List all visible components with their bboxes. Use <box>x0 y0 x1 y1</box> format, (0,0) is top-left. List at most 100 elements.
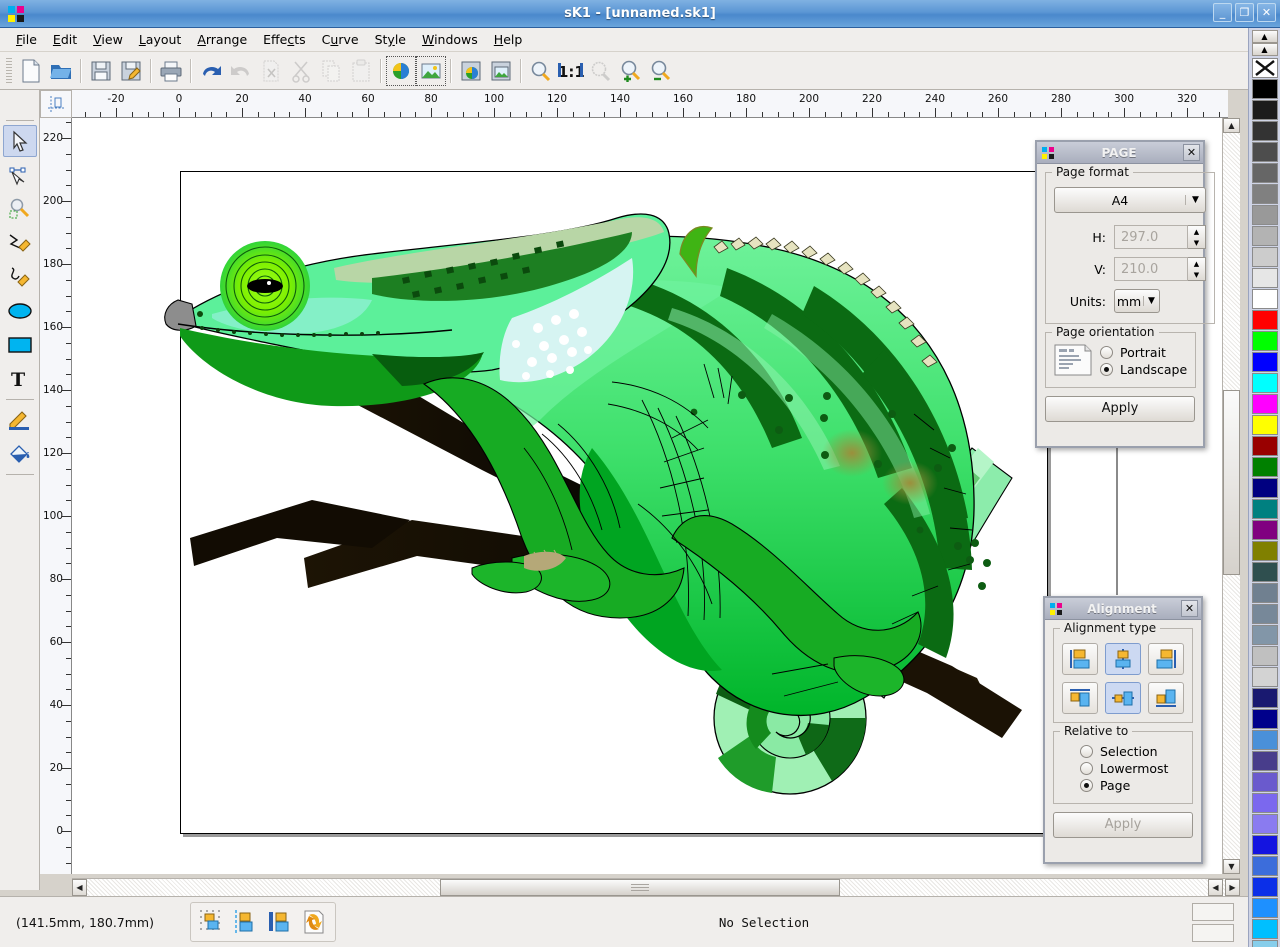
vertical-scrollbar[interactable]: ▲ ▼ <box>1222 118 1240 874</box>
color-swatch[interactable] <box>1251 646 1278 666</box>
radio-selection-icon[interactable] <box>1080 745 1093 758</box>
align-right-button[interactable] <box>1148 682 1184 714</box>
scroll-left-button[interactable]: ◀ <box>72 879 87 896</box>
ellipse-tool[interactable] <box>3 295 37 327</box>
alignment-dialog-close-icon[interactable]: ✕ <box>1181 600 1198 617</box>
color-swatch[interactable] <box>1251 352 1278 372</box>
align-top-button[interactable] <box>1062 643 1098 675</box>
chevron-down-icon[interactable]: ▼ <box>1185 195 1205 205</box>
color-swatch[interactable] <box>1251 373 1278 393</box>
new-document-icon[interactable] <box>16 56 46 86</box>
menu-curve[interactable]: Curve <box>314 30 367 49</box>
fill-swatch[interactable] <box>1192 902 1234 921</box>
color-swatch[interactable] <box>1251 226 1278 246</box>
rectangle-tool[interactable] <box>3 329 37 361</box>
color-swatch[interactable] <box>1251 79 1278 99</box>
color-swatch[interactable] <box>1251 205 1278 225</box>
color-swatch[interactable] <box>1251 142 1278 162</box>
color-swatch[interactable] <box>1251 541 1278 561</box>
menu-effects[interactable]: Effects <box>255 30 314 49</box>
zoom-fit-icon[interactable] <box>526 56 556 86</box>
menu-arrange[interactable]: Arrange <box>189 30 255 49</box>
stroke-swatch[interactable] <box>1192 923 1234 942</box>
color-swatch[interactable] <box>1251 331 1278 351</box>
palette-scroll-up-fast-icon[interactable]: ▲ <box>1251 30 1278 43</box>
menu-windows[interactable]: Windows <box>414 30 486 49</box>
page-dialog-close-icon[interactable]: ✕ <box>1183 144 1200 161</box>
page-height-input[interactable]: 297.0 <box>1114 225 1188 249</box>
snap-page-icon[interactable] <box>299 907 329 937</box>
radio-portrait-icon[interactable] <box>1100 346 1113 359</box>
color-swatch[interactable] <box>1251 499 1278 519</box>
color-swatch[interactable] <box>1251 856 1278 876</box>
polyline-tool[interactable] <box>3 227 37 259</box>
color-swatch[interactable] <box>1251 121 1278 141</box>
scroll-right-button[interactable]: ▶ <box>1225 879 1240 896</box>
color-swatch[interactable] <box>1251 814 1278 834</box>
vertical-ruler[interactable]: 220 200 180 160 140 120 100 80 60 40 20 0 <box>40 118 72 874</box>
color-swatch[interactable] <box>1251 268 1278 288</box>
color-swatch[interactable] <box>1251 751 1278 771</box>
color-swatch[interactable] <box>1251 877 1278 897</box>
scroll-up-button[interactable]: ▲ <box>1223 118 1240 133</box>
fill-tool[interactable] <box>3 438 37 470</box>
stepper-down-icon[interactable]: ▼ <box>1188 237 1205 248</box>
align-left-button[interactable] <box>1062 682 1098 714</box>
import-image-icon[interactable] <box>386 55 416 86</box>
node-edit-tool[interactable] <box>3 159 37 191</box>
horizontal-scroll-thumb[interactable] <box>440 879 840 896</box>
color-swatch[interactable] <box>1251 415 1278 435</box>
color-swatch[interactable] <box>1251 772 1278 792</box>
toolbar-grip[interactable] <box>6 57 12 84</box>
scroll-right-button-left[interactable]: ◀ <box>1208 879 1223 896</box>
color-palette[interactable]: ▲ ▲ ▼ ▼ <box>1248 28 1280 947</box>
color-swatch[interactable] <box>1251 163 1278 183</box>
color-swatch[interactable] <box>1251 457 1278 477</box>
page-apply-button[interactable]: Apply <box>1045 396 1195 422</box>
minimize-button[interactable]: _ <box>1213 3 1232 22</box>
save-bitmap-icon[interactable] <box>456 56 486 86</box>
menu-help[interactable]: Help <box>486 30 531 49</box>
snap-guides-icon[interactable] <box>231 907 261 937</box>
orientation-landscape-option[interactable]: Landscape <box>1100 362 1187 377</box>
text-tool[interactable]: T <box>3 363 37 395</box>
color-swatch[interactable] <box>1251 247 1278 267</box>
zoom-tool[interactable] <box>3 193 37 225</box>
zoom-in-icon[interactable] <box>616 56 646 86</box>
relative-page-option[interactable]: Page <box>1080 778 1184 793</box>
page-width-input[interactable]: 210.0 <box>1114 257 1188 281</box>
freehand-tool[interactable] <box>3 261 37 293</box>
select-tool[interactable] <box>2 125 37 157</box>
color-swatch[interactable] <box>1251 898 1278 918</box>
page-dialog[interactable]: PAGE ✕ Page format A4 ▼ H: 297.0 ▲ ▼ V: … <box>1035 140 1215 448</box>
color-swatch[interactable] <box>1251 583 1278 603</box>
color-swatch[interactable] <box>1251 835 1278 855</box>
snap-objects-icon[interactable] <box>265 907 295 937</box>
snap-grid-icon[interactable] <box>197 907 227 937</box>
scroll-down-button[interactable]: ▼ <box>1223 859 1240 874</box>
close-button[interactable]: ✕ <box>1257 3 1276 22</box>
color-swatch[interactable] <box>1251 730 1278 750</box>
chevron-down-icon[interactable]: ▼ <box>1143 296 1159 306</box>
color-swatch[interactable] <box>1251 100 1278 120</box>
print-icon[interactable] <box>156 56 186 86</box>
color-swatch[interactable] <box>1251 562 1278 582</box>
menu-view[interactable]: View <box>85 30 131 49</box>
color-swatch[interactable] <box>1251 310 1278 330</box>
color-swatch[interactable] <box>1251 394 1278 414</box>
color-swatch[interactable] <box>1251 604 1278 624</box>
align-vcenter-button[interactable] <box>1105 643 1141 675</box>
undo-icon[interactable] <box>196 56 226 86</box>
color-swatch[interactable] <box>1251 919 1278 939</box>
color-swatch[interactable] <box>1251 436 1278 456</box>
page-width-stepper[interactable]: ▲ ▼ <box>1188 257 1206 281</box>
stepper-down-icon[interactable]: ▼ <box>1188 269 1205 280</box>
alignment-dialog-titlebar[interactable]: Alignment ✕ <box>1045 598 1201 620</box>
color-swatch[interactable] <box>1251 940 1278 947</box>
stepper-up-icon[interactable]: ▲ <box>1188 226 1205 237</box>
color-swatch[interactable] <box>1251 289 1278 309</box>
color-swatch[interactable] <box>1251 625 1278 645</box>
color-swatch[interactable] <box>1251 667 1278 687</box>
vertical-scroll-thumb[interactable] <box>1223 390 1240 575</box>
no-fill-swatch[interactable] <box>1251 58 1278 78</box>
